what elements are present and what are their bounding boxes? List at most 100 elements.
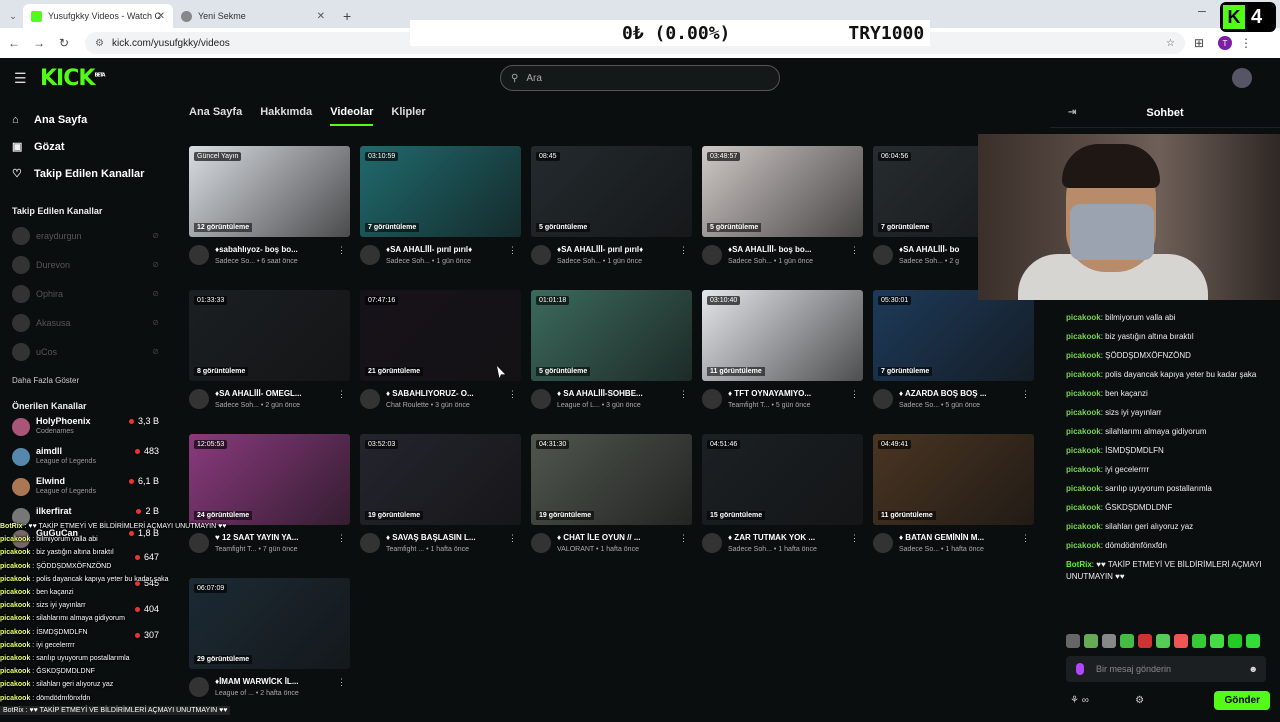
- followed-channel[interactable]: Akasusa ⊘: [0, 308, 175, 337]
- video-card[interactable]: 04:49:41 11 görüntüleme ♦ BATAN GEMİNİN M.…: [873, 434, 1034, 578]
- more-options-icon[interactable]: ⋮: [679, 389, 688, 400]
- extensions-icon[interactable]: ⊞: [1188, 36, 1210, 50]
- chat-username[interactable]: picakook: [1066, 427, 1101, 436]
- tab-search-icon[interactable]: ⌄: [3, 4, 23, 28]
- video-thumbnail[interactable]: 01:33:33 8 görüntüleme: [189, 290, 350, 381]
- channel-avatar[interactable]: [189, 389, 209, 409]
- video-thumbnail[interactable]: 08:45 5 görüntüleme: [531, 146, 692, 237]
- video-thumbnail[interactable]: 06:07:09 29 görüntüleme: [189, 578, 350, 669]
- emote-icon[interactable]: [1246, 634, 1260, 648]
- channel-avatar[interactable]: [189, 533, 209, 553]
- sidebar-item-browse[interactable]: ▣ Gözat: [0, 133, 175, 160]
- channel-avatar[interactable]: [873, 389, 893, 409]
- video-title[interactable]: ♦sabahlıyoz- boş bo...: [215, 245, 337, 254]
- chat-username[interactable]: picakook: [1066, 332, 1101, 341]
- video-thumbnail[interactable]: 12:05:53 24 görüntüleme: [189, 434, 350, 525]
- bookmark-star-icon[interactable]: ☆: [1166, 38, 1175, 49]
- emote-icon[interactable]: [1192, 634, 1206, 648]
- followed-channel[interactable]: uCos ⊘: [0, 337, 175, 366]
- video-title[interactable]: ♦ SABAHLIYORUZ- O...: [386, 389, 508, 398]
- video-title[interactable]: ♦ BATAN GEMİNİN M...: [899, 533, 1021, 542]
- recommended-channel[interactable]: aimdll League of Legends 483: [0, 446, 175, 476]
- video-thumbnail[interactable]: Güncel Yayın 12 görüntüleme: [189, 146, 350, 237]
- video-card[interactable]: 06:07:09 29 görüntüleme ♦İMAM WARWİCK İL..…: [189, 578, 350, 722]
- more-options-icon[interactable]: ⋮: [508, 389, 517, 400]
- emote-icon[interactable]: [1228, 634, 1242, 648]
- video-thumbnail[interactable]: 04:31:30 19 görüntüleme: [531, 434, 692, 525]
- emote-icon[interactable]: [1066, 634, 1080, 648]
- emote-icon[interactable]: [1156, 634, 1170, 648]
- video-thumbnail[interactable]: 03:10:59 7 görüntüleme: [360, 146, 521, 237]
- profile-avatar[interactable]: T: [1218, 36, 1232, 50]
- back-icon[interactable]: ←: [3, 36, 25, 50]
- channel-avatar[interactable]: [189, 677, 209, 697]
- channel-avatar[interactable]: [360, 533, 380, 553]
- video-thumbnail[interactable]: 05:30:01 7 görüntüleme: [873, 290, 1034, 381]
- reload-icon[interactable]: ↻: [53, 36, 75, 50]
- show-more-link[interactable]: Daha Fazla Göster: [0, 370, 175, 390]
- chat-username[interactable]: picakook: [1066, 484, 1101, 493]
- chat-username[interactable]: picakook: [1066, 351, 1101, 360]
- collapse-chat-icon[interactable]: ⇥: [1068, 107, 1076, 118]
- mic-icon[interactable]: [1076, 663, 1084, 675]
- channel-avatar[interactable]: [702, 245, 722, 265]
- video-card[interactable]: 12:05:53 24 görüntüleme ♥ 12 SAAT YAYIN YA…: [189, 434, 350, 578]
- chat-username[interactable]: picakook: [1066, 313, 1101, 322]
- channel-avatar[interactable]: [360, 389, 380, 409]
- new-tab-button[interactable]: +: [333, 4, 361, 28]
- emote-icon[interactable]: [1210, 634, 1224, 648]
- emote-icon[interactable]: [1102, 634, 1116, 648]
- video-card[interactable]: 04:31:30 19 görüntüleme ♦ CHAT İLE OYUN //…: [531, 434, 692, 578]
- video-card[interactable]: 07:47:16 21 görüntüleme ♦ SABAHLIYORUZ- O.…: [360, 290, 521, 434]
- channel-avatar[interactable]: [531, 533, 551, 553]
- video-card[interactable]: 04:51:46 15 görüntüleme ♦ ZAR TUTMAK YOK .…: [702, 434, 863, 578]
- send-button[interactable]: Gönder: [1214, 690, 1270, 710]
- video-title[interactable]: ♦ CHAT İLE OYUN // ...: [557, 533, 679, 542]
- more-options-icon[interactable]: ⋮: [337, 677, 346, 688]
- video-title[interactable]: ♦ SA AHALİİİ-SOHBE...: [557, 389, 679, 398]
- chat-username[interactable]: picakook: [1066, 446, 1101, 455]
- emote-icon[interactable]: [1138, 634, 1152, 648]
- video-title[interactable]: ♦SA AHALİİİ- pırıl pırıl♦: [386, 245, 508, 254]
- video-card[interactable]: 05:30:01 7 görüntüleme ♦ AZARDA BOŞ BOŞ ..…: [873, 290, 1034, 434]
- video-title[interactable]: ♦ SAVAŞ BAŞLASIN L...: [386, 533, 508, 542]
- channel-avatar[interactable]: [702, 389, 722, 409]
- video-title[interactable]: ♦SA AHALİİİ- pırıl pırıl♦: [557, 245, 679, 254]
- channel-avatar[interactable]: [702, 533, 722, 553]
- tab-clips[interactable]: Klipler: [391, 106, 425, 126]
- more-options-icon[interactable]: ⋮: [1021, 389, 1030, 400]
- video-title[interactable]: ♦ TFT OYNAYAMIYO...: [728, 389, 850, 398]
- more-options-icon[interactable]: ⋮: [337, 533, 346, 544]
- forward-icon[interactable]: →: [28, 36, 50, 50]
- more-options-icon[interactable]: ⋮: [508, 533, 517, 544]
- video-card[interactable]: 03:52:03 19 görüntüleme ♦ SAVAŞ BAŞLASIN L…: [360, 434, 521, 578]
- more-options-icon[interactable]: ⋮: [508, 245, 517, 256]
- more-options-icon[interactable]: ⋮: [850, 389, 859, 400]
- video-title[interactable]: ♦SA AHALİİİ- boş bo...: [728, 245, 850, 254]
- search-input[interactable]: ⚲ Ara: [500, 65, 780, 91]
- chat-username[interactable]: picakook: [1066, 465, 1101, 474]
- emoji-icon[interactable]: ☻: [1249, 664, 1258, 674]
- video-thumbnail[interactable]: 03:52:03 19 görüntüleme: [360, 434, 521, 525]
- more-options-icon[interactable]: ⋮: [679, 245, 688, 256]
- channel-avatar[interactable]: [531, 245, 551, 265]
- recommended-channel[interactable]: HolyPhoenix Codenames 3,3 B: [0, 416, 175, 446]
- video-title[interactable]: ♦SA AHALİİİ- OMEGL...: [215, 389, 337, 398]
- channel-avatar[interactable]: [531, 389, 551, 409]
- points-icon[interactable]: ⚘ ∞: [1070, 695, 1089, 706]
- video-title[interactable]: ♦ ZAR TUTMAK YOK ...: [728, 533, 850, 542]
- channel-avatar[interactable]: [360, 245, 380, 265]
- close-icon[interactable]: ✕: [317, 11, 325, 22]
- more-options-icon[interactable]: ⋮: [337, 389, 346, 400]
- video-card[interactable]: 03:10:59 7 görüntüleme ♦SA AHALİİİ- pırıl …: [360, 146, 521, 290]
- user-avatar[interactable]: [1232, 68, 1252, 88]
- chat-username[interactable]: picakook: [1066, 370, 1101, 379]
- followed-channel[interactable]: Ophira ⊘: [0, 279, 175, 308]
- browser-tab-new[interactable]: Yeni Sekme ✕: [173, 4, 333, 28]
- video-card[interactable]: 01:01:18 5 görüntüleme ♦ SA AHALİİİ-SOHBE.…: [531, 290, 692, 434]
- tab-home[interactable]: Ana Sayfa: [189, 106, 242, 126]
- settings-gear-icon[interactable]: ⚙: [1135, 695, 1144, 706]
- video-thumbnail[interactable]: 04:51:46 15 görüntüleme: [702, 434, 863, 525]
- video-thumbnail[interactable]: 01:01:18 5 görüntüleme: [531, 290, 692, 381]
- chat-username[interactable]: picakook: [1066, 541, 1101, 550]
